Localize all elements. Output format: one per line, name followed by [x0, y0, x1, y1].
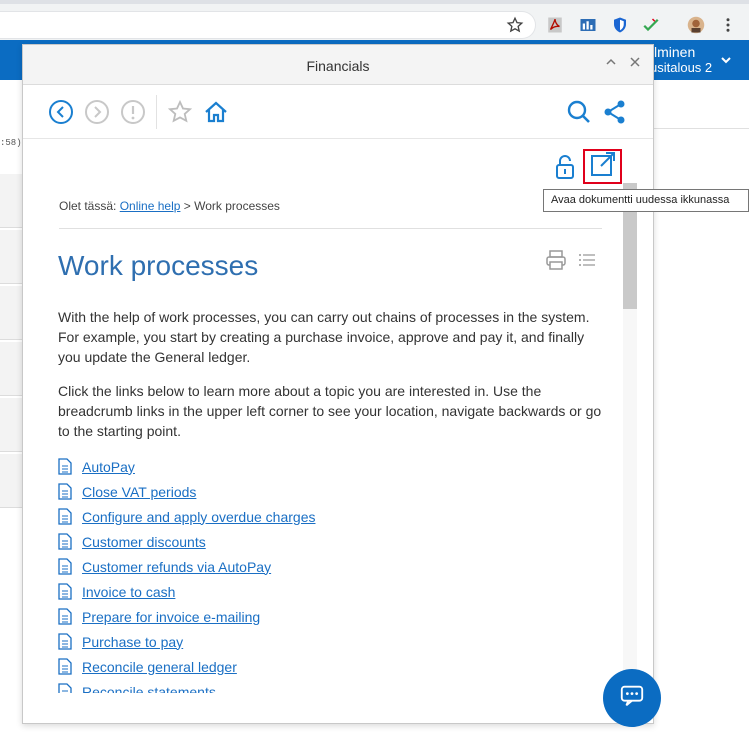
breadcrumb-separator: > [183, 199, 191, 213]
arrow-right-circle-icon[interactable] [83, 98, 111, 126]
list-item[interactable]: Close VAT periods [58, 479, 603, 504]
star-icon[interactable] [166, 98, 194, 126]
list-item[interactable]: AutoPay [58, 454, 603, 479]
document-icon [58, 683, 72, 693]
breadcrumb-link-online-help[interactable]: Online help [120, 199, 181, 213]
document-icon [58, 583, 72, 600]
document-icon [58, 458, 72, 475]
divider [654, 128, 749, 129]
list-item[interactable]: Reconcile general ledger [58, 654, 603, 679]
link-label[interactable]: Reconcile statements [82, 684, 216, 694]
external-link-icon [590, 151, 616, 182]
star-outline-icon[interactable] [505, 15, 525, 35]
close-icon[interactable] [627, 55, 643, 71]
divider [59, 228, 602, 229]
chat-bubble-icon [619, 683, 645, 714]
list-icon[interactable] [578, 251, 596, 269]
tooltip: Avaa dokumentti uudessa ikkunassa [543, 189, 749, 212]
chevron-down-icon[interactable] [720, 54, 732, 69]
panel-title: Financials [306, 58, 370, 74]
share-icon[interactable] [601, 98, 629, 126]
unlock-icon[interactable] [553, 153, 577, 181]
list-item[interactable]: Customer refunds via AutoPay [58, 554, 603, 579]
arrow-left-circle-icon[interactable] [47, 98, 75, 126]
list-item[interactable]: Prepare for invoice e-mailing [58, 604, 603, 629]
link-label[interactable]: Invoice to cash [82, 584, 175, 600]
home-icon[interactable] [202, 98, 230, 126]
document-icon [58, 608, 72, 625]
chart-extension-icon[interactable] [578, 15, 598, 35]
search-icon[interactable] [565, 98, 593, 126]
chat-button[interactable] [603, 669, 661, 727]
link-label[interactable]: Close VAT periods [82, 484, 196, 500]
user-name: lminen [654, 44, 696, 60]
shield-icon[interactable] [610, 15, 630, 35]
browser-toolbar [0, 0, 749, 40]
list-item[interactable]: Invoice to cash [58, 579, 603, 604]
list-item[interactable]: Reconcile statements [58, 679, 603, 693]
document-icon [58, 558, 72, 575]
link-label[interactable]: AutoPay [82, 459, 135, 475]
help-panel: Financials Olet tässä: Online help > Wor… [22, 44, 654, 724]
panel-titlebar: Financials [23, 45, 653, 85]
link-label[interactable]: Prepare for invoice e-mailing [82, 609, 260, 625]
avatar[interactable] [686, 15, 706, 35]
link-label[interactable]: Purchase to pay [82, 634, 183, 650]
link-label[interactable]: Configure and apply overdue charges [82, 509, 316, 525]
list-item[interactable]: Customer discounts [58, 529, 603, 554]
document-icon [58, 483, 72, 500]
print-icon[interactable] [545, 249, 567, 271]
link-label[interactable]: Customer refunds via AutoPay [82, 559, 271, 575]
list-item[interactable]: Configure and apply overdue charges [58, 504, 603, 529]
exclamation-circle-icon[interactable] [119, 98, 147, 126]
document-icon [58, 533, 72, 550]
breadcrumb-prefix: Olet tässä: [59, 199, 117, 213]
document-icon [58, 633, 72, 650]
breadcrumb-current: Work processes [194, 199, 280, 213]
collapse-icon[interactable] [603, 55, 619, 71]
checkmark-extension-icon[interactable] [641, 15, 661, 35]
vertical-dots-icon[interactable] [718, 15, 738, 35]
open-in-new-window-button[interactable] [583, 149, 622, 184]
link-label[interactable]: Reconcile general ledger [82, 659, 237, 675]
document-icon [58, 658, 72, 675]
toolbar-divider [156, 95, 157, 129]
help-toolbar [23, 85, 653, 139]
intro-paragraph: With the help of work processes, you can… [58, 309, 590, 365]
company-name: usitalous 2 [650, 60, 713, 75]
document-icon [58, 508, 72, 525]
link-label[interactable]: Customer discounts [82, 534, 206, 550]
background-timestamp: :58) [0, 138, 22, 148]
breadcrumb: Olet tässä: Online help > Work processes [59, 199, 280, 213]
instructions-paragraph: Click the links below to learn more abou… [58, 383, 602, 439]
work-process-links: AutoPay Close VAT periods Configure and … [58, 454, 603, 693]
acrobat-icon[interactable] [545, 15, 565, 35]
list-item[interactable]: Purchase to pay [58, 629, 603, 654]
address-bar[interactable] [0, 11, 536, 39]
page-title: Work processes [58, 250, 259, 281]
